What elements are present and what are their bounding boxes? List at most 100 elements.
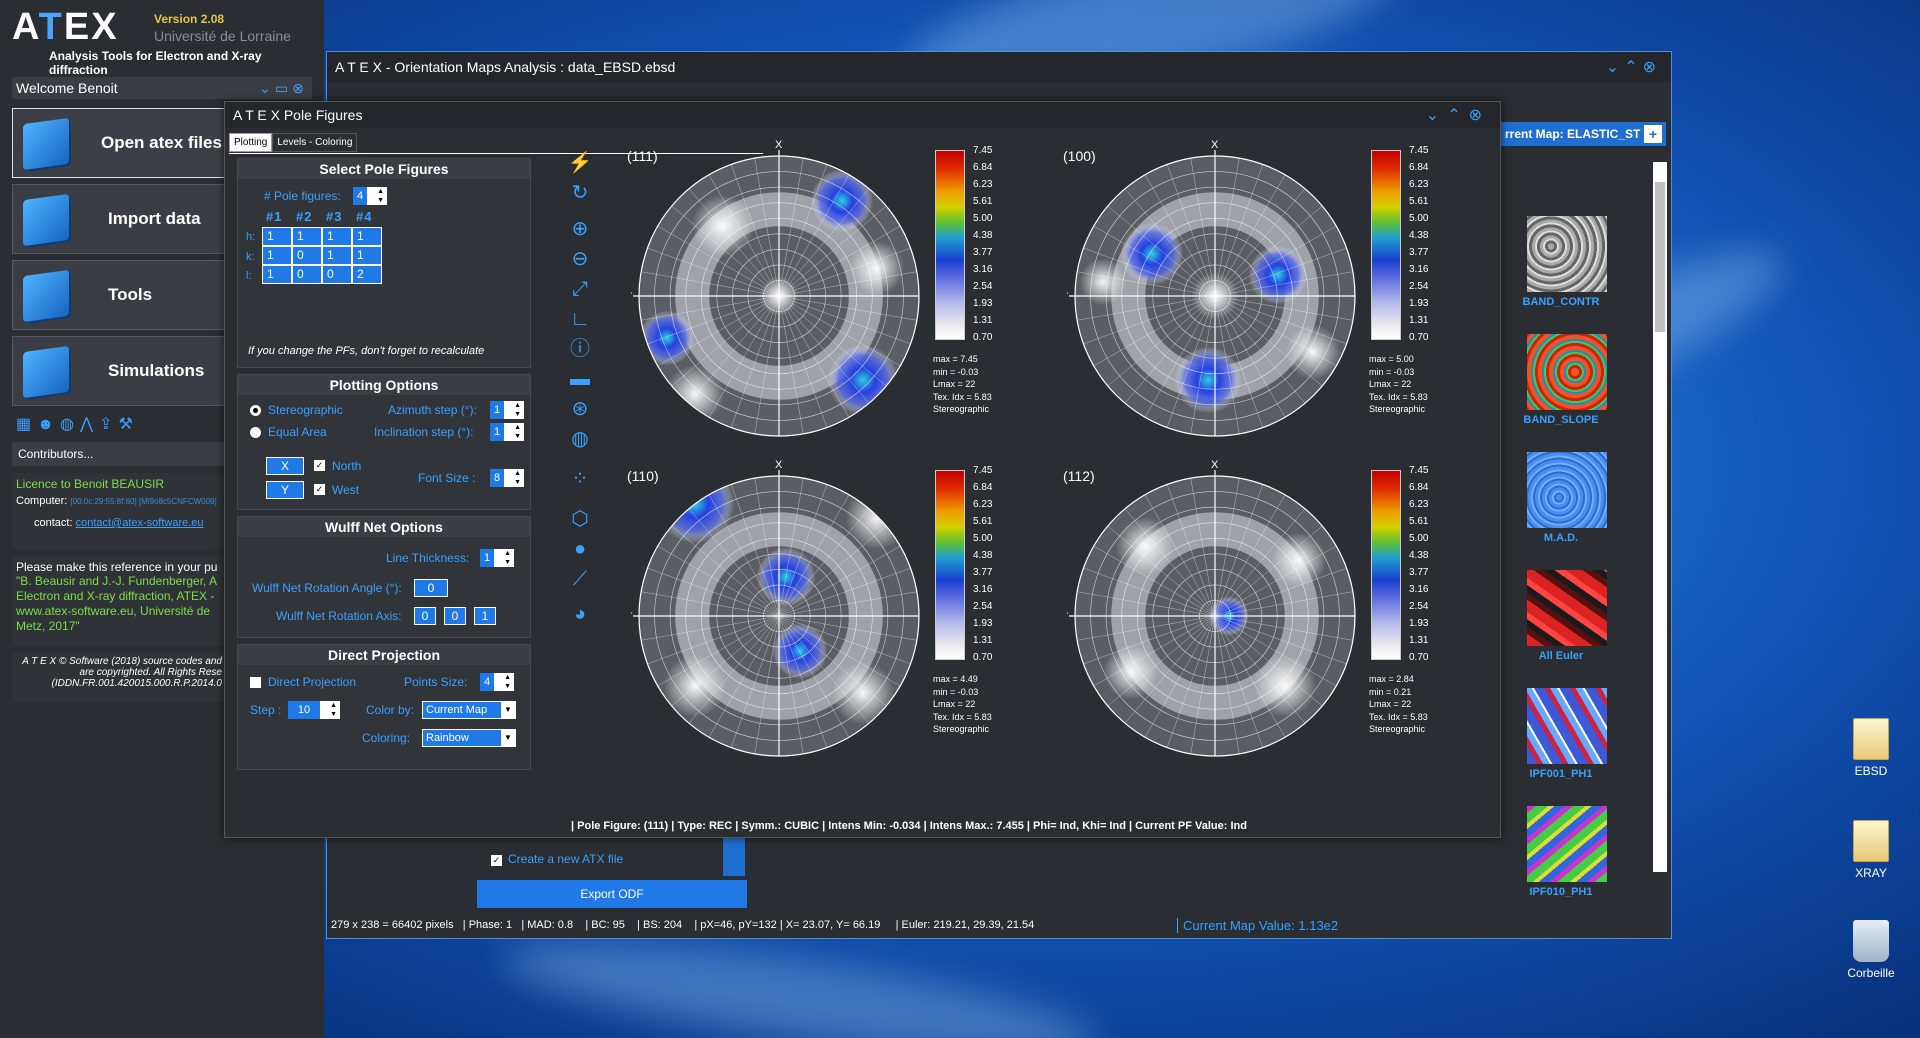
globe-icon[interactable]: ◍ — [567, 426, 593, 452]
stepper-arrows-icon[interactable]: ▲ ▼ — [377, 187, 384, 205]
cube-icon[interactable]: ⬡ — [567, 506, 593, 532]
thumbnail-label: IPF010_PH1 — [1529, 886, 1593, 898]
desktop-icon-recycle-bin[interactable]: Corbeille — [1836, 920, 1906, 980]
font-size-stepper[interactable]: 8 ▲ ▼ — [490, 469, 524, 487]
stepper-arrows-icon[interactable]: ▲ ▼ — [504, 673, 511, 691]
north-checkbox[interactable]: ✓ — [314, 460, 325, 471]
points-size-stepper[interactable]: 4 ▲ ▼ — [480, 673, 514, 691]
hkl-cell[interactable]: 1 — [322, 227, 352, 246]
maximize-icon[interactable]: ⌃ — [1624, 59, 1642, 76]
rotation-axis-input[interactable]: 0 — [444, 607, 466, 625]
zoom-in-icon[interactable]: ⊕ — [567, 216, 593, 242]
import-data-button[interactable]: Import data — [12, 184, 226, 254]
stepper-arrows-icon[interactable]: ▲ ▼ — [514, 401, 521, 419]
map-thumbnail[interactable] — [1527, 452, 1607, 528]
lightning-icon[interactable]: ⚡ — [567, 150, 593, 176]
axes-icon[interactable]: ∟ — [567, 306, 593, 332]
inclination-stepper[interactable]: 1 ▲ ▼ — [490, 423, 524, 441]
info-icon[interactable]: ⓘ — [567, 336, 593, 362]
azimuth-label: Azimuth step (°): — [388, 403, 477, 417]
thumbnail-scrollbar[interactable] — [1653, 162, 1667, 872]
refresh-icon[interactable]: ↻ — [567, 180, 593, 206]
close-icon[interactable]: ⊗ — [292, 80, 308, 96]
equal-area-radio[interactable] — [250, 427, 261, 438]
hkl-cell[interactable]: 1 — [262, 227, 292, 246]
stepper-arrows-icon[interactable]: ▲ ▼ — [504, 549, 511, 567]
map-thumbnail[interactable] — [1527, 688, 1607, 764]
pole-figure[interactable]: (100)XY7.456.846.235.615.004.383.773.162… — [1063, 140, 1483, 460]
hkl-cell[interactable]: 2 — [352, 265, 382, 284]
tools-button[interactable]: Tools — [12, 260, 226, 330]
stepper-arrows-icon[interactable]: ▲ ▼ — [330, 701, 337, 719]
monitor-icon[interactable]: ▭ — [275, 80, 292, 96]
welcome-controls[interactable]: ⌄▭⊗ — [259, 80, 308, 97]
atex-icon[interactable]: ⋀ — [80, 416, 99, 433]
close-icon[interactable]: ⊗ — [1469, 107, 1490, 124]
hammer-icon[interactable]: ⚒ — [118, 416, 138, 433]
hkl-cell[interactable]: 1 — [262, 246, 292, 265]
close-icon[interactable]: ⊗ — [1643, 59, 1661, 76]
coloring-select[interactable]: Rainbow ▼ — [422, 729, 516, 747]
table-icon[interactable]: ▦ — [16, 416, 37, 433]
hkl-cell[interactable]: 0 — [292, 265, 322, 284]
stepper-arrows-icon[interactable]: ▲ ▼ — [514, 423, 521, 441]
map-thumbnail[interactable] — [1527, 806, 1607, 882]
y-axis-button[interactable]: Y — [266, 481, 304, 499]
zoom-out-icon[interactable]: ⊖ — [567, 246, 593, 272]
rotation-angle-input[interactable]: 0 — [414, 579, 448, 597]
color-by-select[interactable]: Current Map ▼ — [422, 701, 516, 719]
pole-figure[interactable]: (112)XY7.456.846.235.615.004.383.773.162… — [1063, 460, 1483, 780]
pole-figure[interactable]: (111)XY7.456.846.235.615.004.383.773.162… — [627, 140, 1047, 460]
graph-icon[interactable]: ⟋ — [567, 566, 593, 592]
stepper-arrows-icon[interactable]: ▲ ▼ — [514, 469, 521, 487]
colorbar-tick: 6.23 — [973, 179, 993, 190]
scroll-thumb[interactable] — [1655, 182, 1665, 332]
create-atx-checkbox[interactable]: ✓ Create a new ATX file — [491, 852, 623, 866]
maximize-icon[interactable]: ⌃ — [1447, 107, 1468, 124]
pole-figure[interactable]: (110)XY7.456.846.235.615.004.383.773.162… — [627, 460, 1047, 780]
color-scale-icon[interactable]: ▬ — [567, 366, 593, 392]
tab-levels-coloring[interactable]: Levels - Coloring — [272, 133, 358, 152]
stereographic-radio[interactable] — [250, 405, 261, 416]
minimize-icon[interactable]: ⌄ — [1426, 107, 1447, 124]
map-thumbnail[interactable] — [1527, 334, 1607, 410]
x-axis-button[interactable]: X — [266, 457, 304, 475]
hkl-cell[interactable]: 1 — [352, 227, 382, 246]
smiley-icon[interactable]: ☻ — [37, 416, 60, 433]
add-map-icon[interactable]: + — [1644, 125, 1662, 143]
palette-icon[interactable]: ◕ — [567, 601, 593, 627]
folder-icon — [1853, 820, 1889, 862]
rotation-axis-input[interactable]: 1 — [474, 607, 496, 625]
hkl-cell[interactable]: 0 — [292, 246, 322, 265]
desktop-icon-xray[interactable]: XRAY — [1836, 820, 1906, 880]
hkl-cell[interactable]: 1 — [262, 265, 292, 284]
wulff-net-icon[interactable]: ⊛ — [567, 396, 593, 422]
contact-link[interactable]: contact@atex-software.eu — [76, 517, 204, 529]
fit-icon[interactable]: ⤢ — [567, 276, 593, 302]
globe-icon[interactable]: ◍ — [60, 416, 80, 433]
hkl-cell[interactable]: 0 — [322, 265, 352, 284]
hkl-cell[interactable]: 1 — [322, 246, 352, 265]
map-thumbnail[interactable] — [1527, 570, 1607, 646]
direct-projection-checkbox[interactable] — [250, 677, 261, 688]
step-stepper[interactable]: 10 ▲ ▼ — [288, 701, 340, 719]
simulations-button[interactable]: Simulations — [12, 336, 226, 406]
upload-icon[interactable]: ⇪ — [99, 416, 118, 433]
azimuth-stepper[interactable]: 1 ▲ ▼ — [490, 401, 524, 419]
chevron-down-icon[interactable]: ⌄ — [259, 80, 275, 96]
dots-circle-icon[interactable]: ⁘ — [567, 466, 593, 492]
hkl-cell[interactable]: 1 — [352, 246, 382, 265]
open-atex-files-button[interactable]: Open atex files — [12, 108, 226, 178]
desktop-icon-ebsd[interactable]: EBSD — [1836, 718, 1906, 778]
west-checkbox[interactable]: ✓ — [314, 484, 325, 495]
num-pf-stepper[interactable]: 4 ▲ ▼ — [353, 187, 387, 205]
export-odf-button[interactable]: Export ODF — [477, 880, 747, 908]
line-thickness-stepper[interactable]: 1 ▲ ▼ — [480, 549, 514, 567]
minimize-icon[interactable]: ⌄ — [1606, 59, 1624, 76]
sphere-icon[interactable]: ● — [567, 536, 593, 562]
hkl-cell[interactable]: 1 — [292, 227, 322, 246]
rotation-axis-input[interactable]: 0 — [414, 607, 436, 625]
window-controls: ⌄⌃⊗ — [1426, 105, 1490, 125]
map-thumbnail[interactable] — [1527, 216, 1607, 292]
tab-plotting[interactable]: Plotting — [229, 133, 273, 152]
